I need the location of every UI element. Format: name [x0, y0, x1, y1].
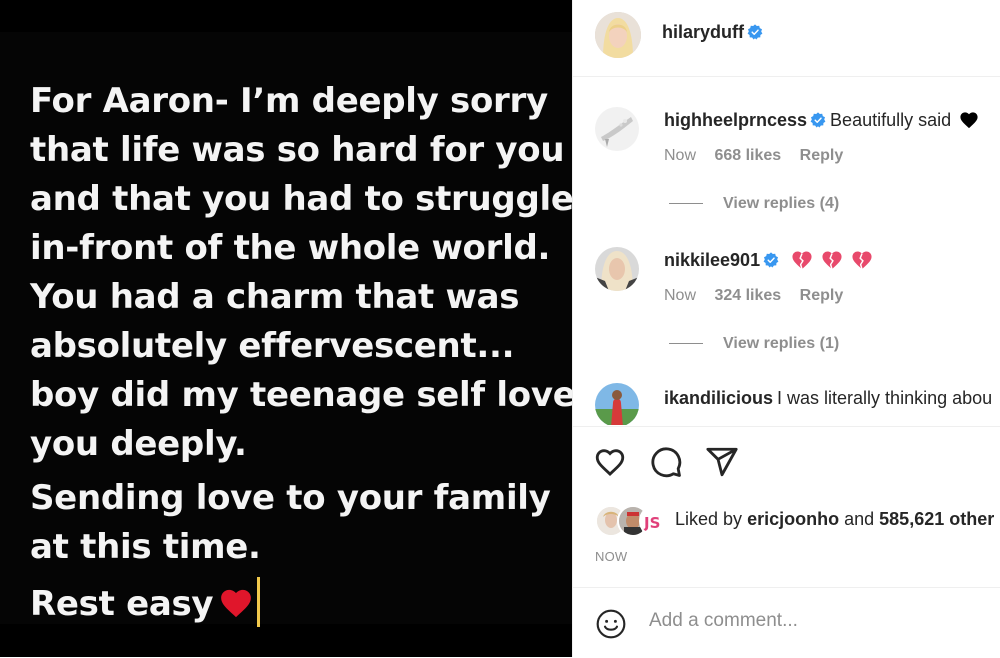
story-line: absolutely effervescent... — [30, 326, 515, 366]
liked-by-summary[interactable]: Liked by ericjoonho and 585,621 other — [675, 509, 994, 530]
replies-divider — [669, 203, 703, 205]
comment-time: Now — [664, 287, 697, 304]
story-line-last: Rest easy — [30, 577, 560, 629]
post-header: hilaryduff — [573, 0, 1000, 77]
add-comment-bar — [573, 587, 1000, 658]
story-line: boy did my teenage self love — [30, 375, 572, 415]
post-image: For Aaron- I’m deeply sorry that life wa… — [0, 0, 572, 657]
comment-text-line: ikandilicious I was literally thinking ab… — [664, 388, 992, 409]
verified-badge-icon — [810, 112, 826, 128]
comment-text-line: highheelprncess Beautifully said — [664, 110, 979, 131]
view-replies-button[interactable]: View replies (4) — [669, 195, 839, 213]
liker-avatar: JS — [639, 505, 671, 537]
story-line: For Aaron- I’m deeply sorry — [30, 81, 548, 121]
replies-divider — [669, 343, 703, 345]
comment-meta: Now 668 likes Reply — [664, 147, 857, 165]
commenter-avatar-image — [595, 247, 639, 291]
author-avatar-image — [595, 12, 641, 58]
liker-avatar-image: JS — [641, 507, 669, 535]
liked-by-user[interactable]: ericjoonho — [747, 509, 839, 529]
comment-text-line: nikkilee901 — [664, 250, 873, 271]
reply-button[interactable]: Reply — [800, 147, 844, 164]
comment-likes[interactable]: 324 likes — [714, 287, 781, 304]
comment-meta: Now 324 likes Reply — [664, 287, 857, 305]
commenter-avatar[interactable] — [595, 383, 639, 425]
liker-avatars[interactable]: JS — [595, 505, 671, 537]
text-caret — [257, 577, 261, 627]
story-line: in-front of the whole world. — [30, 228, 551, 268]
verified-badge-icon — [763, 252, 779, 268]
share-icon[interactable] — [705, 445, 739, 479]
story-line: Rest easy — [30, 584, 214, 624]
heart-outline-icon[interactable] — [593, 445, 627, 479]
author-username[interactable]: hilaryduff — [662, 22, 763, 43]
broken-heart-icon — [822, 251, 842, 270]
comment-body: Beautifully said — [830, 110, 952, 130]
comment-body: I was literally thinking abou — [777, 388, 993, 408]
commenter-avatar[interactable] — [595, 107, 639, 151]
story-line: at this time. — [30, 527, 261, 567]
commenter-avatar-image — [595, 107, 639, 151]
post-sidebar: hilaryduff highheelprncess Beautifully sa… — [572, 0, 1000, 657]
black-heart-icon — [960, 112, 978, 129]
story-line: and that you had to struggle — [30, 179, 572, 219]
story-line: You had a charm that was — [30, 277, 520, 317]
view-replies-label[interactable]: View replies (4) — [723, 195, 839, 212]
commenter-username[interactable]: highheelprncess — [664, 110, 807, 130]
view-replies-label[interactable]: View replies (1) — [723, 335, 839, 352]
story-line: you deeply. — [30, 424, 247, 464]
emoji-icon[interactable] — [595, 608, 627, 640]
red-heart-icon — [221, 589, 252, 618]
verified-badge-icon — [747, 24, 763, 40]
comment-likes[interactable]: 668 likes — [714, 147, 781, 164]
liked-by-prefix: Liked by — [675, 509, 743, 529]
commenter-username[interactable]: ikandilicious — [664, 388, 773, 408]
comment-time: Now — [664, 147, 697, 164]
story-line: that life was so hard for you — [30, 130, 565, 170]
post-image-content: For Aaron- I’m deeply sorry that life wa… — [0, 32, 572, 627]
story-text: For Aaron- I’m deeply sorry that life wa… — [30, 77, 572, 629]
commenter-username[interactable]: nikkilee901 — [664, 250, 760, 270]
broken-heart-icon — [792, 251, 812, 270]
story-line: Sending love to your family — [30, 478, 551, 518]
commenter-avatar-image — [595, 383, 639, 425]
broken-heart-icon — [852, 251, 872, 270]
author-username-text[interactable]: hilaryduff — [662, 22, 744, 42]
svg-text:JS: JS — [643, 514, 660, 532]
post-timestamp[interactable]: NOW — [595, 549, 627, 564]
author-avatar[interactable] — [595, 12, 641, 58]
liked-by-count[interactable]: 585,621 other — [879, 509, 994, 529]
comments-list[interactable]: highheelprncess Beautifully said Now 668 … — [573, 77, 1000, 425]
reply-button[interactable]: Reply — [800, 287, 844, 304]
comment-icon[interactable] — [649, 445, 683, 479]
view-replies-button[interactable]: View replies (1) — [669, 335, 839, 353]
commenter-avatar[interactable] — [595, 247, 639, 291]
post-actions-area: JS Liked by ericjoonho and 585,621 other… — [573, 426, 1000, 587]
liked-by-connector: and — [844, 509, 875, 529]
comment-input[interactable] — [649, 610, 989, 632]
